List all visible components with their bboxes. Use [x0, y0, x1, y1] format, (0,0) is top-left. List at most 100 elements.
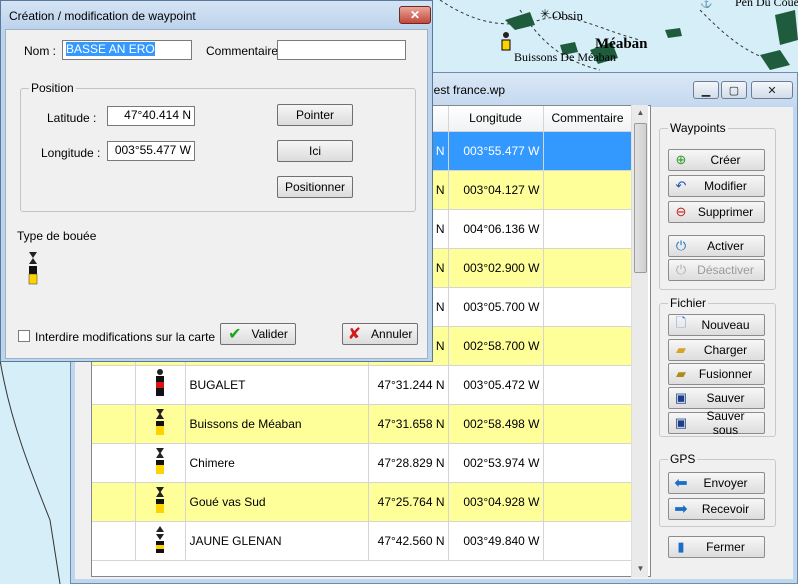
longitude-cell: 003°55.477 W	[448, 131, 544, 171]
dialog-titlebar[interactable]: Création / modification de waypoint ✕	[1, 1, 432, 29]
point-button[interactable]: Pointer	[277, 104, 353, 126]
latitude-cell: 47°25.764 N	[368, 482, 449, 522]
table-row[interactable]: Chimere 47°28.829 N 002°53.974 W	[92, 443, 633, 483]
save-button[interactable]: ▣ Sauver	[668, 387, 765, 409]
dialog-close-button[interactable]: ✕	[399, 6, 431, 24]
lock-map-label: Interdire modifications sur la carte	[35, 330, 216, 344]
row-select-cell[interactable]	[92, 404, 136, 444]
longitude-cell: 003°02.900 W	[448, 248, 544, 288]
here-button[interactable]: Ici	[277, 140, 353, 162]
row-select-cell[interactable]	[92, 521, 136, 561]
maximize-button[interactable]: ▢	[721, 81, 747, 99]
activate-button[interactable]: ⏻ Activer	[668, 235, 765, 257]
file-group: Fichier 🗋 Nouveau ▰ Charger ▰ Fusionner …	[659, 296, 776, 437]
waypoint-name-cell: Buissons de Méaban	[185, 404, 369, 444]
table-row[interactable]: BUGALET 47°31.244 N 003°05.472 W	[92, 365, 633, 405]
buoy-icon-cell	[135, 521, 186, 561]
longitude-cell: 002°58.700 W	[448, 326, 544, 366]
comment-cell	[543, 170, 633, 210]
power-icon: ⏻	[675, 238, 687, 253]
buoy-icon-cell	[135, 482, 186, 522]
column-header-comment[interactable]: Commentaire	[543, 106, 633, 132]
longitude-label: Longitude :	[41, 146, 101, 160]
chart-label-buissons: Buissons De Méaban	[514, 50, 616, 64]
merge-button[interactable]: ▰ Fusionner	[668, 363, 765, 385]
load-button[interactable]: ▰ Charger	[668, 339, 765, 361]
buoy-red-icon	[156, 369, 164, 396]
position-group: Position Latitude : 47°40.414 N Longitud…	[20, 81, 416, 212]
floppy-disk-icon: ▣	[674, 415, 688, 430]
group-label-gps: GPS	[668, 452, 698, 466]
name-field[interactable]: BASSE AN ERO	[62, 40, 192, 60]
new-file-button[interactable]: 🗋 Nouveau	[668, 314, 765, 336]
close-icon: ✕	[767, 84, 777, 97]
dialog-body: Nom : BASSE AN ERO Commentaire : Positio…	[5, 29, 428, 359]
longitude-cell: 003°05.700 W	[448, 287, 544, 327]
column-header-longitude[interactable]: Longitude	[448, 106, 544, 132]
deactivate-button[interactable]: ⏻ Désactiver	[668, 259, 765, 281]
power-icon: ⏻	[675, 262, 687, 277]
new-document-icon: 🗋	[675, 315, 687, 330]
comment-cell	[543, 365, 633, 405]
comment-field[interactable]	[277, 40, 406, 60]
buoy-type-icon[interactable]	[26, 250, 40, 286]
minimize-button[interactable]: ▁	[693, 81, 719, 99]
comment-cell	[543, 443, 633, 483]
row-select-cell[interactable]	[92, 365, 136, 405]
edit-arrow-icon: ↶	[675, 178, 687, 193]
waypoint-name-cell: JAUNE GLENAN	[185, 521, 369, 561]
longitude-field[interactable]: 003°55.477 W	[107, 141, 195, 161]
latitude-cell: 47°28.829 N	[368, 443, 449, 483]
buoy-icon-cell	[135, 443, 186, 483]
position-button[interactable]: Positionner	[277, 176, 353, 198]
buoy-icon-cell	[135, 365, 186, 405]
row-select-cell[interactable]	[92, 482, 136, 522]
comment-cell	[543, 131, 633, 171]
cancel-button[interactable]: ✘ Annuler	[342, 323, 418, 345]
table-scrollbar[interactable]: ▲ ▼	[631, 105, 648, 577]
row-select-cell[interactable]	[92, 443, 136, 483]
table-row[interactable]: Buissons de Méaban 47°31.658 N 002°58.498 …	[92, 404, 633, 444]
scroll-down-icon[interactable]: ▼	[632, 561, 649, 577]
buoy-icon-cell	[135, 404, 186, 444]
longitude-cell: 002°58.498 W	[448, 404, 544, 444]
minimize-icon: ▁	[701, 84, 711, 97]
cross-icon: ✘	[347, 326, 362, 343]
arrow-right-icon: ➡	[674, 501, 688, 518]
buoy-yellow-icon	[156, 409, 164, 435]
validate-button[interactable]: ✔ Valider	[220, 323, 296, 345]
scrollbar-thumb[interactable]	[634, 123, 647, 273]
receive-button[interactable]: ➡ Recevoir	[668, 498, 765, 520]
send-button[interactable]: ⬅ Envoyer	[668, 472, 765, 494]
close-window-button[interactable]: ✕	[751, 81, 793, 99]
create-button[interactable]: ⊕ Créer	[668, 149, 765, 171]
comment-cell	[543, 209, 633, 249]
maximize-icon: ▢	[728, 84, 740, 97]
comment-cell	[543, 521, 633, 561]
svg-text:⚓: ⚓	[700, 0, 712, 9]
name-label: Nom :	[24, 44, 57, 58]
scroll-up-icon[interactable]: ▲	[632, 105, 649, 121]
table-row[interactable]: Goué vas Sud 47°25.764 N 003°04.928 W	[92, 482, 633, 522]
comment-cell	[543, 326, 633, 366]
comment-cell	[543, 287, 633, 327]
save-as-button[interactable]: ▣ Sauver sous	[668, 409, 765, 437]
arrow-left-icon: ⬅	[674, 475, 688, 492]
latitude-field[interactable]: 47°40.414 N	[107, 106, 195, 126]
waypoints-group: Waypoints ⊕ Créer ↶ Modifier ⊖ Supprimer…	[659, 121, 776, 290]
modify-button[interactable]: ↶ Modifier	[668, 175, 765, 197]
comment-label: Commentaire :	[206, 44, 285, 58]
chart-label-obsin: Obsin	[552, 8, 584, 23]
group-label-waypoints: Waypoints	[668, 121, 728, 135]
longitude-cell: 003°04.928 W	[448, 482, 544, 522]
close-button[interactable]: ▮ Fermer	[668, 536, 765, 558]
open-folder-icon: ▰	[676, 342, 686, 357]
waypoint-name-cell: Chimere	[185, 443, 369, 483]
table-row[interactable]: JAUNE GLENAN 47°42.560 N 003°49.840 W	[92, 521, 633, 561]
waypoint-name-cell: Goué vas Sud	[185, 482, 369, 522]
dialog-title: Création / modification de waypoint	[9, 9, 196, 23]
door-icon: ▮	[677, 539, 685, 554]
latitude-cell: 47°31.244 N	[368, 365, 449, 405]
lock-map-checkbox[interactable]	[18, 330, 30, 342]
delete-button[interactable]: ⊖ Supprimer	[668, 201, 765, 223]
